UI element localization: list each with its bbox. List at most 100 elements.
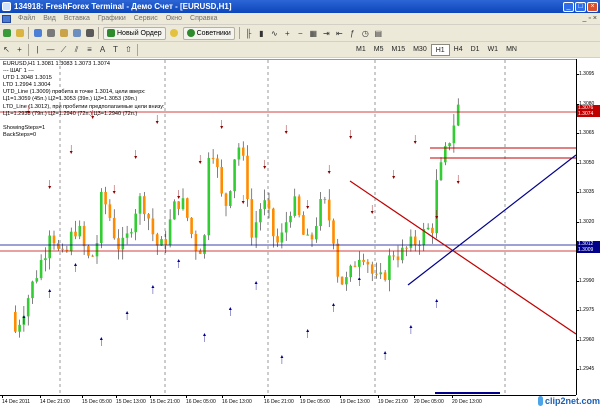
tf-m30[interactable]: M30 xyxy=(409,44,431,56)
new-order-button[interactable]: Новый Ордер xyxy=(103,26,166,40)
candle-body xyxy=(121,237,125,250)
time-label: 16 Dec 21:00 xyxy=(264,399,294,405)
fractal-arrow xyxy=(435,299,439,302)
label-icon[interactable]: T xyxy=(110,43,121,56)
candle-body xyxy=(345,277,348,285)
time-label: 14 Dec 2011 xyxy=(2,399,30,405)
navigator-icon[interactable] xyxy=(58,27,69,40)
bar-chart-icon[interactable]: ╟ xyxy=(243,27,254,40)
cursor-icon[interactable]: ↖ xyxy=(1,43,12,56)
vertical-line-icon[interactable]: | xyxy=(32,43,43,56)
candle-body xyxy=(125,233,129,238)
candle-body xyxy=(280,232,284,243)
autoscroll-icon[interactable]: ⇥ xyxy=(321,27,332,40)
crosshair-icon[interactable]: + xyxy=(14,43,25,56)
menu-help[interactable]: Справка xyxy=(186,15,221,22)
candlestick-icon[interactable]: ▮ xyxy=(256,27,267,40)
time-tick xyxy=(40,396,41,398)
time-tick xyxy=(378,396,379,398)
candle-body xyxy=(246,155,249,200)
current-price-label: 1.3074 xyxy=(577,111,600,117)
tf-m5[interactable]: M5 xyxy=(370,44,388,56)
fractal-arrow xyxy=(409,325,413,328)
tf-h4[interactable]: H4 xyxy=(450,44,467,56)
fractal-arrow xyxy=(254,281,258,284)
price-scale[interactable]: 1.30951.30801.30651.30501.30351.30201.30… xyxy=(576,59,600,395)
periods-icon[interactable]: ◷ xyxy=(360,27,371,40)
candle-body xyxy=(44,258,47,261)
line-chart-icon[interactable]: ∿ xyxy=(269,27,280,40)
info-line: BackSteps=0 xyxy=(3,131,37,138)
info-line: --- ШАГ 1 --- xyxy=(3,68,34,75)
text-icon[interactable]: A xyxy=(97,43,108,56)
metaeditor-icon[interactable] xyxy=(169,27,180,40)
candle-body xyxy=(211,157,215,159)
menu-file[interactable]: Файл xyxy=(14,15,39,22)
candle-body xyxy=(388,255,391,280)
candle-body xyxy=(456,104,460,126)
candle-body xyxy=(302,215,305,235)
time-label: 19 Dec 05:00 xyxy=(300,399,330,405)
candle-body xyxy=(31,281,34,299)
tf-m1[interactable]: M1 xyxy=(352,44,370,56)
time-tick xyxy=(150,396,151,398)
trendline-icon[interactable]: ⟋ xyxy=(58,43,69,56)
expert-advisors-button[interactable]: Советники xyxy=(182,26,235,40)
candle-body xyxy=(349,265,352,278)
fractal-arrow xyxy=(306,206,310,209)
child-close-button[interactable]: × xyxy=(593,15,597,22)
tf-h1[interactable]: H1 xyxy=(430,43,450,56)
chart-area[interactable]: EURUSD,H1 1.3081 1.3083 1.3073 1.3074 --… xyxy=(0,59,576,395)
tf-m15[interactable]: M15 xyxy=(387,44,409,56)
candle-body xyxy=(74,231,77,237)
tester-icon[interactable] xyxy=(84,27,95,40)
fractal-arrow xyxy=(99,337,103,340)
menu-insert[interactable]: Вставка xyxy=(60,15,94,22)
maximize-button[interactable]: □ xyxy=(575,1,586,12)
price-label: 1.3065 xyxy=(579,130,595,136)
fractal-arrow xyxy=(48,289,52,292)
tf-w1[interactable]: W1 xyxy=(484,44,503,56)
price-label: 1.3035 xyxy=(579,189,595,195)
horizontal-line-icon[interactable]: — xyxy=(45,43,56,56)
candle-body xyxy=(26,298,30,317)
channel-icon[interactable]: ⫽ xyxy=(71,43,82,56)
candle-body xyxy=(306,234,309,236)
menu-charts[interactable]: Графики xyxy=(94,15,130,22)
tile-windows-icon[interactable]: ▦ xyxy=(308,27,319,40)
child-minimize-button[interactable]: _ xyxy=(583,15,587,22)
templates-icon[interactable]: ▤ xyxy=(373,27,384,40)
zoom-out-icon[interactable]: − xyxy=(295,27,306,40)
candle-body xyxy=(439,162,443,181)
market-watch-icon[interactable] xyxy=(32,27,43,40)
minimize-button[interactable]: _ xyxy=(563,1,574,12)
candle-body xyxy=(452,125,456,144)
tf-mn[interactable]: MN xyxy=(502,44,521,56)
menu-view[interactable]: Вид xyxy=(39,15,60,22)
time-tick xyxy=(116,396,117,398)
new-chart-icon[interactable] xyxy=(1,27,12,40)
chart-shift-icon[interactable]: ⇤ xyxy=(334,27,345,40)
candle-body xyxy=(164,239,168,245)
fractal-arrow xyxy=(241,201,245,204)
time-tick xyxy=(222,396,223,398)
candle-body xyxy=(134,213,137,233)
tf-d1[interactable]: D1 xyxy=(467,44,484,56)
arrows-icon[interactable]: ⇧ xyxy=(123,43,134,56)
menu-tools[interactable]: Сервис xyxy=(130,15,162,22)
child-restore-button[interactable]: ▫ xyxy=(588,15,590,22)
zoom-in-icon[interactable]: + xyxy=(282,27,293,40)
indicators-icon[interactable]: ƒ xyxy=(347,27,358,40)
close-button[interactable]: × xyxy=(587,1,598,12)
candle-body xyxy=(207,157,211,236)
fibonacci-icon[interactable]: ≡ xyxy=(84,43,95,56)
time-scale[interactable]: 14 Dec 2011 14 Dec 21:00 15 Dec 05:00 15 De… xyxy=(0,395,576,408)
candle-body xyxy=(293,196,297,216)
profiles-icon[interactable] xyxy=(14,27,25,40)
data-window-icon[interactable] xyxy=(45,27,56,40)
fractal-arrow xyxy=(280,355,284,358)
terminal-icon[interactable] xyxy=(71,27,82,40)
candle-body xyxy=(267,200,271,209)
price-label: 1.2945 xyxy=(579,366,595,372)
menu-window[interactable]: Окно xyxy=(162,15,186,22)
